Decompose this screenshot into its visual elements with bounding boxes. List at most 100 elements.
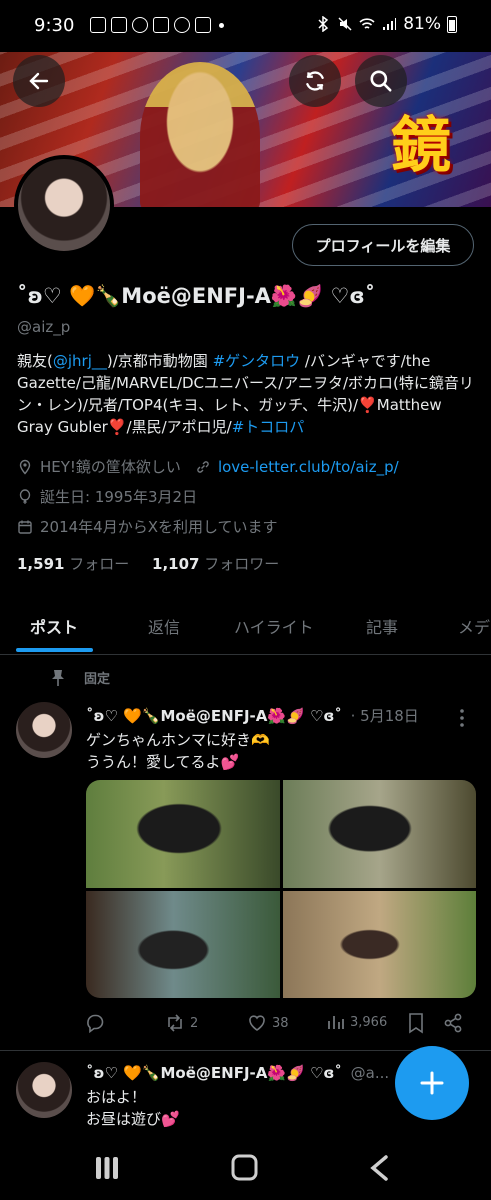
- arrow-left-icon: [29, 72, 49, 90]
- bio-text: )/京都市動物園: [106, 352, 213, 370]
- more-notifications-dot: [219, 23, 224, 28]
- tab-articles[interactable]: 記事: [366, 614, 398, 638]
- status-bar: 9:30 81%: [0, 0, 491, 52]
- reply-button[interactable]: [84, 1012, 110, 1034]
- location-pin-icon: [19, 459, 31, 475]
- profile-meta-location-row: HEY!鏡の筐体欲しい love-letter.club/to/aiz_p/: [17, 456, 399, 477]
- tab-replies[interactable]: 返信: [148, 614, 180, 638]
- post-date[interactable]: · 5月18日: [351, 707, 419, 725]
- more-options-icon[interactable]: [458, 708, 466, 728]
- recent-apps-button[interactable]: [90, 1153, 124, 1183]
- app-icon: [195, 17, 211, 33]
- post-photo[interactable]: [86, 890, 280, 998]
- news-icon: [111, 17, 127, 33]
- calendar-icon: [18, 520, 32, 534]
- post-media-grid: [86, 780, 476, 998]
- post-text-line: ゲンちゃんホンマに好き🫶: [86, 731, 270, 749]
- views-chart-icon: [328, 1016, 344, 1029]
- pinned-indicator: 固定: [50, 668, 110, 687]
- edit-profile-button[interactable]: プロフィールを編集: [292, 224, 474, 266]
- display-name: ˚ʚ♡ 🧡🍾Moë@ENFJ-A🌺🍠 ♡ɞ˚: [17, 284, 376, 308]
- followers-label: フォロワー: [204, 555, 280, 573]
- repost-button[interactable]: 2: [164, 1012, 198, 1034]
- post-photo[interactable]: [282, 780, 476, 888]
- search-icon: [370, 70, 392, 92]
- website-link[interactable]: love-letter.club/to/aiz_p/: [218, 458, 399, 476]
- bio-hashtag-link[interactable]: #トコロパ: [232, 418, 305, 436]
- post-text-line: お昼は遊び💕: [86, 1110, 180, 1128]
- profile-bio: 親友(@jhrj__)/京都市動物園 #ゲンタロウ /バンギャです/the Ga…: [17, 350, 477, 438]
- back-chevron-icon: [370, 1155, 388, 1181]
- bio-hashtag-link[interactable]: #ゲンタロウ: [213, 352, 301, 370]
- post-avatar[interactable]: [16, 1062, 72, 1118]
- post-actions: 2 38 3,966: [84, 1012, 476, 1036]
- followers-count: 1,107: [152, 555, 200, 573]
- battery-icon: [447, 15, 457, 33]
- views-count: 3,966: [350, 1014, 388, 1030]
- sync-icon: [132, 17, 148, 33]
- views-button[interactable]: 3,966: [326, 1012, 387, 1032]
- mute-icon: [338, 17, 352, 31]
- refresh-icon: [306, 71, 324, 91]
- post-photo[interactable]: [282, 890, 476, 998]
- post-avatar[interactable]: [16, 702, 72, 758]
- post-author-name[interactable]: ˚ʚ♡ 🧡🍾Moë@ENFJ-A🌺🍠 ♡ɞ˚: [86, 707, 342, 725]
- joined-text: 2014年4月からXを利用しています: [40, 518, 278, 536]
- notification-icons: [90, 17, 224, 33]
- status-time: 9:30: [34, 15, 75, 36]
- post-header: ˚ʚ♡ 🧡🍾Moë@ENFJ-A🌺🍠 ♡ɞ˚ @a...: [86, 1064, 389, 1082]
- link-icon: [197, 460, 209, 473]
- search-button[interactable]: [355, 55, 407, 107]
- banner-logo: 鏡: [391, 111, 451, 181]
- tab-media[interactable]: メデ: [458, 614, 490, 638]
- tab-posts[interactable]: ポスト: [30, 614, 78, 638]
- back-nav-button[interactable]: [364, 1153, 398, 1183]
- profile-tabs: ポスト 返信 ハイライト 記事 メデ: [0, 600, 491, 655]
- share-button[interactable]: [442, 1012, 464, 1034]
- birthday-text: 誕生日: 1995年3月2日: [40, 488, 198, 506]
- wifi-icon: [359, 18, 375, 29]
- news-icon: [90, 17, 106, 33]
- back-button[interactable]: [13, 55, 65, 107]
- following-label: フォロー: [69, 555, 130, 573]
- post-author-name[interactable]: ˚ʚ♡ 🧡🍾Moë@ENFJ-A🌺🍠 ♡ɞ˚: [86, 1064, 342, 1082]
- repost-count: 2: [190, 1015, 199, 1031]
- bookmark-icon: [409, 1013, 423, 1034]
- post-text: ゲンちゃんホンマに好き🫶 ううん！愛してるよ💕: [86, 729, 270, 773]
- news-icon: [153, 17, 169, 33]
- plus-icon: [420, 1071, 444, 1095]
- location-text: HEY!鏡の筐体欲しい: [40, 458, 181, 476]
- share-icon: [444, 1013, 462, 1033]
- user-handle: @aiz_p: [17, 318, 71, 336]
- recent-apps-icon: [96, 1157, 118, 1179]
- followers-link[interactable]: 1,107 フォロワー: [152, 555, 279, 573]
- bio-mention-link[interactable]: @jhrj__: [53, 352, 107, 370]
- following-link[interactable]: 1,591 フォロー: [17, 555, 129, 573]
- like-button[interactable]: 38: [246, 1012, 289, 1034]
- status-right: 81%: [315, 14, 457, 34]
- signal-icon: [383, 18, 397, 30]
- post-photo[interactable]: [86, 780, 280, 888]
- like-count: 38: [272, 1015, 289, 1031]
- home-button[interactable]: [228, 1153, 262, 1183]
- profile-avatar[interactable]: [14, 155, 114, 255]
- post-handle[interactable]: @a...: [351, 1064, 390, 1082]
- pin-icon: [52, 669, 64, 686]
- facebook-icon: [174, 17, 190, 33]
- post-text: おはよ！ お昼は遊び💕: [86, 1086, 180, 1130]
- post-text-line: おはよ！: [86, 1088, 147, 1106]
- post-text-line: ううん！愛してるよ💕: [86, 753, 240, 771]
- system-navigation-bar: [0, 1135, 491, 1200]
- refresh-button[interactable]: [289, 55, 341, 107]
- battery-percent: 81%: [403, 14, 441, 34]
- repost-icon: [168, 1014, 182, 1032]
- tab-highlights[interactable]: ハイライト: [234, 614, 314, 638]
- profile-meta-joined-row: 2014年4月からXを利用しています: [17, 516, 278, 537]
- profile-meta-birthday-row: 誕生日: 1995年3月2日: [17, 486, 197, 507]
- reply-icon: [87, 1014, 104, 1034]
- compose-post-button[interactable]: [395, 1046, 469, 1120]
- follow-stats: 1,591 フォロー 1,107 フォロワー: [17, 553, 279, 574]
- bookmark-button[interactable]: [406, 1012, 426, 1034]
- home-icon: [231, 1154, 258, 1181]
- balloon-icon: [19, 488, 31, 504]
